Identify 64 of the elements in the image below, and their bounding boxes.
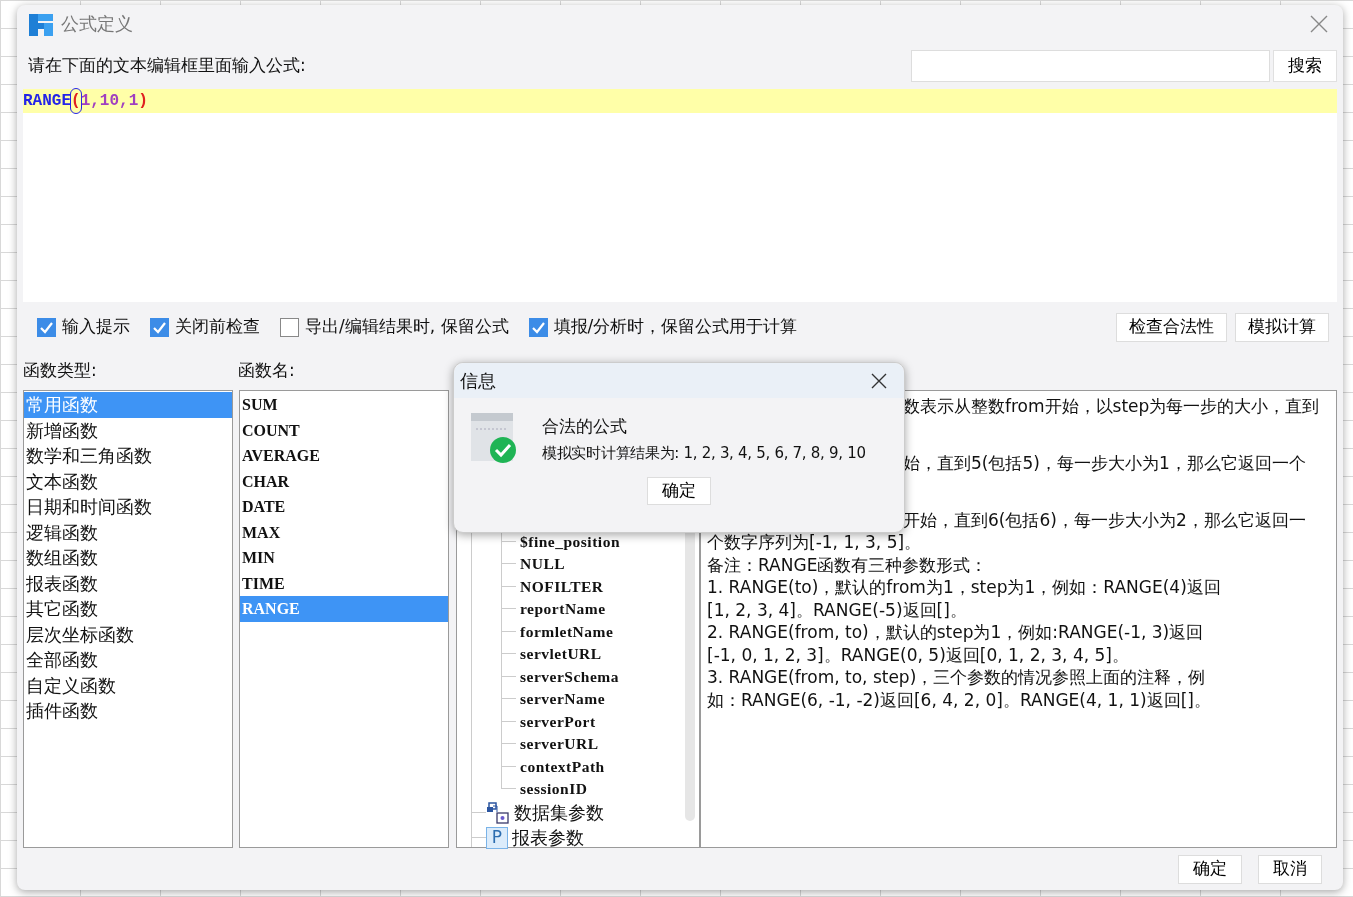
tree-item[interactable]: NOFILTER (520, 574, 604, 598)
list-item[interactable]: MIN (240, 545, 448, 571)
prompt-label: 请在下面的文本编辑框里面输入公式: (27, 53, 306, 77)
list-item[interactable]: 日期和时间函数 (24, 494, 232, 520)
tree-item[interactable]: $fine_position (520, 529, 620, 553)
list-item[interactable]: DATE (240, 494, 448, 520)
formula-token: ( (71, 89, 81, 113)
list-item[interactable]: 其它函数 (24, 596, 232, 622)
footer-button[interactable]: 取消 (1258, 854, 1322, 884)
action-button[interactable]: 模拟计算 (1235, 312, 1329, 342)
list-item[interactable]: CHAR (240, 468, 448, 494)
checkbox-label: 填报/分析时，保留公式用于计算 (553, 315, 798, 339)
list-item[interactable]: MAX (240, 519, 448, 545)
tree-item[interactable]: serverSchema (520, 664, 619, 688)
list-item[interactable]: SUM (240, 392, 448, 418)
list-item[interactable]: 逻辑函数 (24, 519, 232, 545)
description-text: 1. RANGE(to)，默认的from为1，step为1，例如：RANGE(4)返回 (707, 576, 1222, 599)
checkbox-label: 输入提示 (62, 315, 130, 339)
list-item[interactable]: COUNT (240, 417, 448, 443)
ok-button[interactable]: 确定 (647, 477, 711, 505)
description-text: [-1, 0, 1, 2, 3]。RANGE(0, 5)返回[0, 1, 2, 3, 4, 5]。 (707, 643, 1130, 666)
description-text: 开始，直到6(包括6)，每一步大小为2，那么它返回一 (903, 508, 1307, 531)
description-text: [1, 2, 3, 4]。RANGE(-5)返回[]。 (707, 598, 968, 621)
search-button[interactable]: 搜索 (1273, 49, 1337, 82)
footer-button[interactable]: 确定 (1178, 854, 1242, 884)
parameter-icon: P (486, 826, 508, 849)
checkbox-label: 关闭前检查 (175, 315, 260, 339)
list-item[interactable]: AVERAGE (240, 443, 448, 469)
tree-item[interactable]: 报表参数 (512, 824, 584, 851)
description-text: 如：RANGE(6, -1, -2)返回[6, 4, 2, 0]。RANGE(4, 1, 1)返回[]。 (707, 688, 1212, 711)
list-item[interactable]: 新增函数 (24, 417, 232, 443)
window-title: 公式定义 (61, 12, 133, 36)
column-label: 函数类型: (23, 359, 98, 383)
tree-item[interactable]: contextPath (520, 754, 605, 778)
checkbox-label: 导出/编辑结果时, 保留公式 (305, 315, 509, 339)
list-item[interactable]: 数组函数 (24, 545, 232, 571)
list-item[interactable]: 自定义函数 (24, 672, 232, 698)
list-item[interactable]: 全部函数 (24, 647, 232, 673)
formula-token: ) (138, 91, 148, 112)
list-item[interactable]: 报表函数 (24, 570, 232, 596)
description-text: 备注：RANGE函数有三种参数形式： (707, 553, 989, 576)
tree-item[interactable]: serverURL (520, 732, 599, 756)
tree-item[interactable]: NULL (520, 552, 566, 576)
list-item[interactable]: 数学和三角函数 (24, 443, 232, 469)
list-item[interactable]: TIME (240, 570, 448, 596)
list-item[interactable]: 文本函数 (24, 468, 232, 494)
tree-item[interactable]: formletName (520, 619, 614, 643)
dialog-title: 信息 (460, 369, 496, 393)
formula-token: RANGE (23, 91, 71, 112)
tree-item[interactable]: reportName (520, 597, 606, 621)
list-item[interactable]: 插件函数 (24, 698, 232, 724)
message-text: 合法的公式 (542, 415, 628, 438)
tree-item[interactable]: 数据集参数 (514, 799, 604, 826)
tree-item[interactable]: servletURL (520, 642, 602, 666)
column-label: 函数名: (238, 359, 295, 383)
list-item[interactable]: 层次坐标函数 (24, 621, 232, 647)
description-text: 3. RANGE(from, to, step)，三个参数的情况参照上面的注释，例 (707, 666, 1207, 689)
tree-item[interactable]: serverPort (520, 709, 596, 733)
description-text: 个数字序列为[-1, 1, 3, 5]。 (707, 531, 923, 554)
tree-item[interactable]: sessionID (520, 777, 588, 801)
description-text: 2. RANGE(from, to)，默认的step为1，例如:RANGE(-1, 3)返回 (707, 621, 1205, 644)
result-text: 模拟实时计算结果为: 1, 2, 3, 4, 5, 6, 7, 8, 9, 10 (542, 443, 866, 464)
action-button[interactable]: 检查合法性 (1116, 312, 1227, 342)
tree-item[interactable]: serverName (520, 687, 606, 711)
